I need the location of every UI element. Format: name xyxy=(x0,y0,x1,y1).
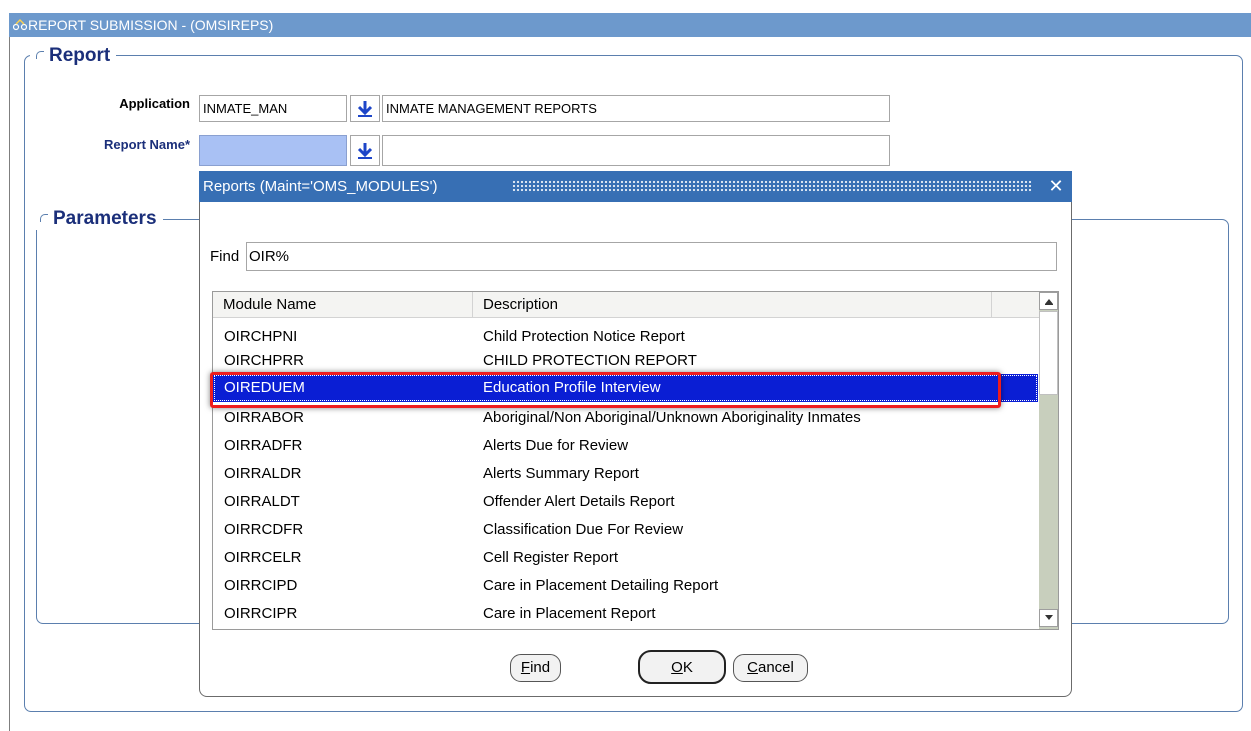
application-code-field[interactable]: INMATE_MAN xyxy=(199,95,347,122)
module-description: Care in Placement Detailing Report xyxy=(483,577,719,594)
list-item[interactable]: OIRRABOR Aboriginal/Non Aboriginal/Unknow… xyxy=(213,404,1038,432)
selection-highlight-box xyxy=(210,372,1001,408)
module-description: Alerts Due for Review xyxy=(483,437,629,454)
application-label: Application xyxy=(119,96,190,111)
module-description: Offender Alert Details Report xyxy=(483,493,675,510)
module-name: OIRRADFR xyxy=(224,437,303,454)
module-name: OIRCHPRR xyxy=(224,352,305,369)
report-name-lov-button[interactable] xyxy=(350,135,380,166)
module-name: OIRRCDFR xyxy=(224,521,304,538)
report-name-label: Report Name* xyxy=(104,137,190,152)
module-description: Classification Due For Review xyxy=(483,521,684,538)
report-name-field[interactable] xyxy=(199,135,347,166)
list-item[interactable]: OIRRCIPR Care in Placement Report xyxy=(213,600,1038,628)
list-item[interactable]: OIRRALDR Alerts Summary Report xyxy=(213,460,1038,488)
list-item[interactable]: OIRRCDFR Classification Due For Review xyxy=(213,516,1038,544)
title-drag-grip xyxy=(512,180,1032,193)
scroll-up-button[interactable] xyxy=(1039,292,1058,310)
module-description: Care in Placement Report xyxy=(483,605,656,622)
list-item[interactable]: OIRRADFR Alerts Due for Review xyxy=(213,432,1038,460)
dialog-title: Reports (Maint='OMS_MODULES') xyxy=(203,178,438,195)
application-lov-button[interactable] xyxy=(350,95,380,122)
window-border xyxy=(9,37,10,731)
column-header-description[interactable]: Description xyxy=(473,292,992,318)
scroll-down-button[interactable] xyxy=(1039,609,1058,627)
download-arrow-icon xyxy=(357,143,373,159)
dialog-title-bar[interactable]: Reports (Maint='OMS_MODULES') xyxy=(199,171,1072,202)
module-name: OIRRALDR xyxy=(224,465,302,482)
ok-button[interactable]: OK xyxy=(638,650,726,684)
module-description: Aboriginal/Non Aboriginal/Unknown Aborig… xyxy=(483,409,861,426)
application-description-field: INMATE MANAGEMENT REPORTS xyxy=(382,95,890,122)
module-name: OIRRALDT xyxy=(224,493,300,510)
module-description: Alerts Summary Report xyxy=(483,465,639,482)
cancel-button[interactable]: Cancel xyxy=(733,654,808,682)
report-group-title: Report xyxy=(30,45,117,67)
window-title: REPORT SUBMISSION - (OMSIREPS) xyxy=(28,17,274,33)
vertical-scrollbar[interactable] xyxy=(1039,292,1058,629)
module-name: OIRRABOR xyxy=(224,409,305,426)
column-header-module-name[interactable]: Module Name xyxy=(213,292,473,318)
list-item[interactable]: OIRRCIPD Care in Placement Detailing Repo… xyxy=(213,572,1038,600)
modules-list: Module Name Description OIRCHPNI Child Pr… xyxy=(212,291,1059,630)
app-icon xyxy=(13,19,27,31)
find-button[interactable]: Find xyxy=(510,654,561,682)
report-name-description-field xyxy=(382,135,890,166)
list-item[interactable]: OIRRCELR Cell Register Report xyxy=(213,544,1038,572)
scroll-thumb[interactable] xyxy=(1039,311,1058,395)
scroll-down-icon xyxy=(1044,615,1053,620)
list-item[interactable]: OIRCHPRR CHILD PROTECTION REPORT xyxy=(213,347,1038,369)
find-label: Find xyxy=(210,248,240,265)
list-item[interactable]: OIRRALDT Offender Alert Details Report xyxy=(213,488,1038,516)
module-name: OIRRCELR xyxy=(224,549,302,566)
parameters-group-title: Parameters xyxy=(34,208,163,230)
module-name: OIRRCIPR xyxy=(224,605,298,622)
column-header-filler xyxy=(992,292,1039,318)
module-description: CHILD PROTECTION REPORT xyxy=(483,352,697,369)
find-input[interactable]: OIR% xyxy=(246,242,1057,271)
module-name: OIRRCIPD xyxy=(224,577,298,594)
module-description: Cell Register Report xyxy=(483,549,619,566)
download-arrow-icon xyxy=(357,101,373,117)
window-title-bar: REPORT SUBMISSION - (OMSIREPS) xyxy=(9,13,1251,37)
scroll-up-icon xyxy=(1044,299,1053,305)
close-icon[interactable]: ✕ xyxy=(1045,173,1067,199)
